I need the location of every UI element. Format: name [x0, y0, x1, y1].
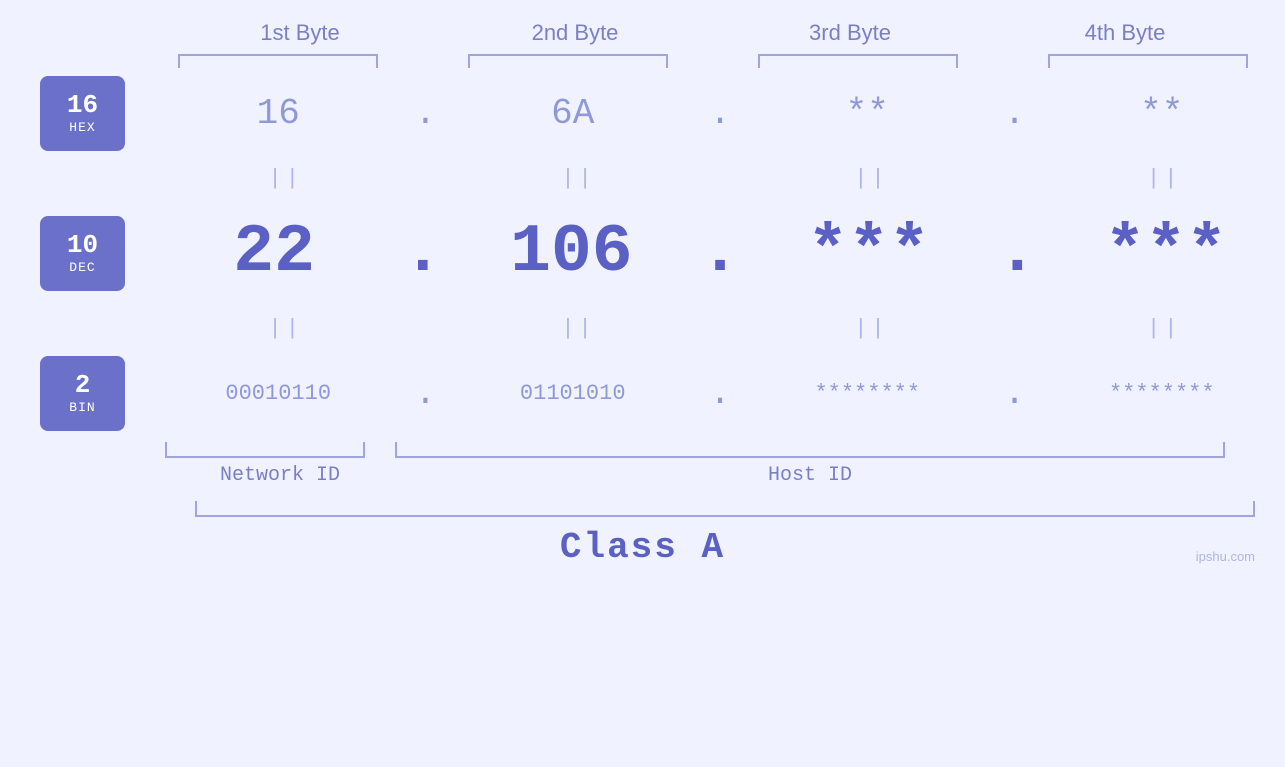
class-bracket [195, 501, 1255, 517]
byte2-header: 2nd Byte [465, 20, 685, 46]
dec-dot3: . [997, 222, 1038, 283]
eq-values-1: || || || || [165, 166, 1285, 191]
dec-values: 22 . 106 . *** . *** [155, 219, 1285, 287]
eq-cell-6: || [469, 316, 689, 341]
hex-badge-label: HEX [69, 120, 95, 135]
bracket-top-3 [758, 54, 958, 68]
bin-dot1: . [415, 373, 437, 414]
eq-cell-2: || [469, 166, 689, 191]
dec-dot1: . [402, 222, 443, 283]
dec-badge-label: DEC [69, 260, 95, 275]
dec-badge: 10 DEC [40, 216, 125, 291]
bracket-top-4 [1048, 54, 1248, 68]
hex-values: 16 . 6A . ** . ** [155, 93, 1285, 134]
dec-dot2: . [700, 222, 741, 283]
eq-cell-5: || [176, 316, 396, 341]
bottom-brackets-row [165, 442, 1285, 458]
bin-byte4: ******** [1052, 381, 1272, 406]
bin-byte1: 00010110 [168, 381, 388, 406]
network-bracket [165, 442, 365, 458]
dec-byte3: *** [759, 219, 979, 287]
id-labels-row: Network ID Host ID [165, 464, 1285, 487]
eq-cell-7: || [761, 316, 981, 341]
hex-dot1: . [415, 93, 437, 134]
eq-cell-3: || [761, 166, 981, 191]
byte1-header: 1st Byte [190, 20, 410, 46]
dec-row: 10 DEC 22 . 106 . *** . *** [0, 198, 1285, 308]
byte4-header: 4th Byte [1015, 20, 1235, 46]
equals-dec-bin: || || || || [0, 308, 1285, 348]
dec-byte1: 22 [164, 219, 384, 287]
hex-byte1: 16 [168, 93, 388, 134]
bin-byte2: 01101010 [463, 381, 683, 406]
byte3-header: 3rd Byte [740, 20, 960, 46]
main-container: 1st Byte 2nd Byte 3rd Byte 4th Byte 16 H… [0, 0, 1285, 767]
hex-row: 16 HEX 16 . 6A . ** . ** [0, 68, 1285, 158]
hex-dot2: . [709, 93, 731, 134]
hex-byte3: ** [757, 93, 977, 134]
bin-byte3: ******** [757, 381, 977, 406]
eq-cell-4: || [1054, 166, 1274, 191]
watermark: ipshu.com [1196, 549, 1255, 564]
bin-badge-label: BIN [69, 400, 95, 415]
class-bracket-container [195, 501, 1255, 517]
bin-badge-num: 2 [75, 372, 91, 398]
bracket-top-1 [178, 54, 378, 68]
eq-cell-8: || [1054, 316, 1274, 341]
top-brackets [163, 54, 1263, 68]
hex-badge-num: 16 [67, 92, 98, 118]
bin-dot3: . [1004, 373, 1026, 414]
dec-badge-num: 10 [67, 232, 98, 258]
bin-dot2: . [709, 373, 731, 414]
network-id-label: Network ID [165, 464, 395, 487]
bin-badge: 2 BIN [40, 356, 125, 431]
hex-dot3: . [1004, 93, 1026, 134]
class-label-row: Class A ipshu.com [0, 527, 1285, 568]
class-label: Class A [560, 527, 725, 568]
eq-cell-1: || [176, 166, 396, 191]
byte-headers: 1st Byte 2nd Byte 3rd Byte 4th Byte [163, 20, 1263, 46]
hex-byte4: ** [1052, 93, 1272, 134]
dec-byte4: *** [1056, 219, 1276, 287]
host-id-label: Host ID [395, 464, 1225, 487]
bin-values: 00010110 . 01101010 . ******** . *******… [155, 373, 1285, 414]
dec-byte2: 106 [461, 219, 681, 287]
host-bracket [395, 442, 1225, 458]
eq-values-2: || || || || [165, 316, 1285, 341]
equals-hex-dec: || || || || [0, 158, 1285, 198]
hex-badge: 16 HEX [40, 76, 125, 151]
bracket-top-2 [468, 54, 668, 68]
hex-byte2: 6A [463, 93, 683, 134]
bin-row: 2 BIN 00010110 . 01101010 . ******** . *… [0, 348, 1285, 438]
